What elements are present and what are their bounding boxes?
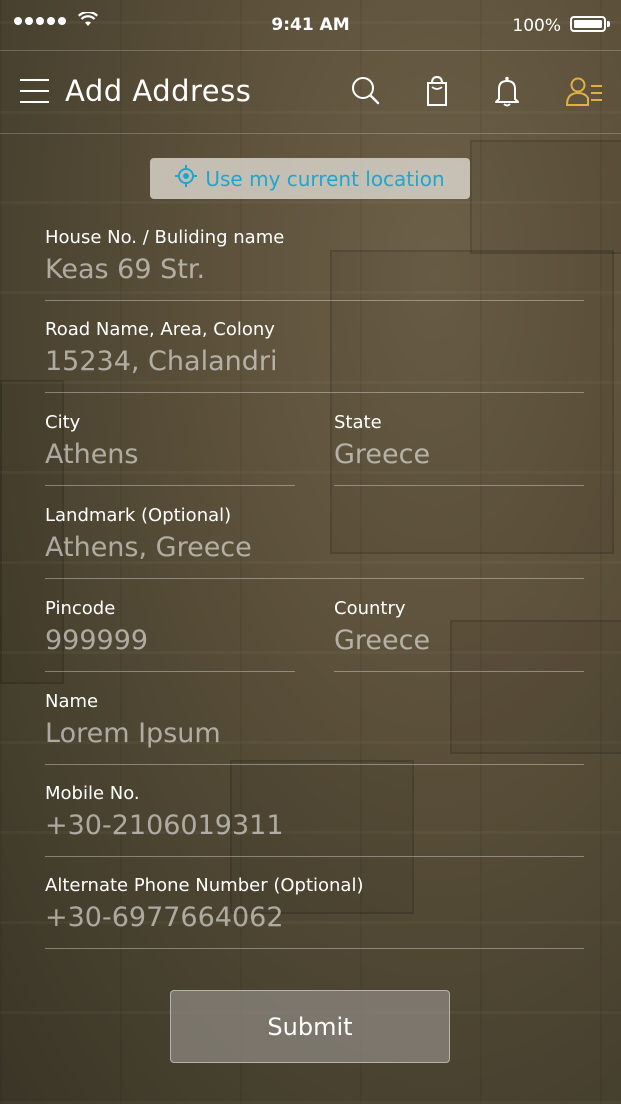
state-field[interactable]: State Greece: [334, 412, 584, 486]
divider: [0, 133, 621, 134]
state-input[interactable]: Greece: [334, 439, 584, 470]
landmark-field[interactable]: Landmark (Optional) Athens, Greece: [45, 505, 584, 579]
use-current-location-button[interactable]: Use my current location: [150, 158, 470, 199]
house-input[interactable]: Keas 69 Str.: [45, 254, 584, 285]
divider: [0, 50, 621, 51]
alternate-phone-label: Alternate Phone Number (Optional): [45, 875, 364, 896]
pincode-input[interactable]: 999999: [45, 625, 295, 656]
hamburger-menu-icon[interactable]: [20, 79, 49, 103]
road-input[interactable]: 15234, Chalandri: [45, 346, 584, 377]
mobile-field[interactable]: Mobile No. +30-2106019311: [45, 783, 584, 857]
alternate-phone-field[interactable]: Alternate Phone Number (Optional) +30-69…: [45, 875, 584, 949]
name-field[interactable]: Name Lorem Ipsum: [45, 691, 584, 765]
profile-icon[interactable]: [565, 74, 605, 108]
mobile-input[interactable]: +30-2106019311: [45, 810, 584, 841]
battery-percent: 100%: [512, 16, 561, 36]
city-field[interactable]: City Athens: [45, 412, 295, 486]
pincode-label: Pincode: [45, 598, 116, 619]
road-label: Road Name, Area, Colony: [45, 319, 275, 340]
use-current-location-label: Use my current location: [205, 166, 445, 191]
battery-icon: [570, 16, 610, 32]
page-title: Add Address: [65, 74, 252, 108]
submit-button[interactable]: Submit: [170, 990, 450, 1063]
state-label: State: [334, 412, 382, 433]
name-label: Name: [45, 691, 99, 712]
pincode-field[interactable]: Pincode 999999: [45, 598, 295, 672]
alternate-phone-input[interactable]: +30-6977664062: [45, 902, 584, 933]
mobile-label: Mobile No.: [45, 783, 140, 804]
country-label: Country: [334, 598, 406, 619]
landmark-label: Landmark (Optional): [45, 505, 232, 526]
name-input[interactable]: Lorem Ipsum: [45, 718, 584, 749]
city-input[interactable]: Athens: [45, 439, 295, 470]
country-input[interactable]: Greece: [334, 625, 584, 656]
app-header: Add Address: [0, 52, 621, 132]
landmark-input[interactable]: Athens, Greece: [45, 532, 584, 563]
house-label: House No. / Buliding name: [45, 227, 285, 248]
status-bar: 9:41 AM 100%: [0, 0, 621, 50]
house-field[interactable]: House No. / Buliding name Keas 69 Str.: [45, 227, 584, 301]
country-field[interactable]: Country Greece: [334, 598, 584, 672]
notification-bell-icon[interactable]: [490, 74, 524, 108]
shopping-bag-icon[interactable]: [420, 74, 454, 108]
location-target-icon: [175, 165, 198, 192]
search-icon[interactable]: [349, 74, 383, 108]
road-field[interactable]: Road Name, Area, Colony 15234, Chalandri: [45, 319, 584, 393]
city-label: City: [45, 412, 81, 433]
